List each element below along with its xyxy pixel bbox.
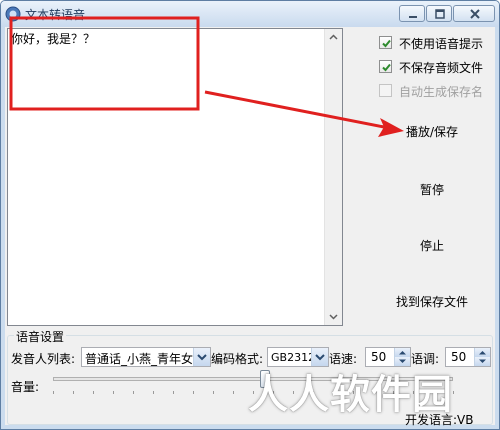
speaker-list-label: 发音人列表: — [11, 352, 76, 366]
pitch-decrement-button[interactable] — [474, 357, 490, 366]
volume-tick — [93, 391, 94, 394]
checkbox-box — [379, 84, 392, 97]
pitch-stepper-buttons — [474, 348, 490, 366]
volume-tick — [173, 391, 174, 394]
pitch-value: 50 — [451, 350, 467, 364]
close-icon — [470, 9, 480, 19]
vertical-scrollbar[interactable] — [324, 29, 342, 325]
find-saved-file-button[interactable]: 找到保存文件 — [371, 291, 493, 313]
scroll-down-arrow-icon[interactable] — [325, 308, 342, 325]
checkmark-icon — [382, 39, 391, 48]
play-save-button[interactable]: 播放/保存 — [371, 121, 493, 143]
scroll-up-arrow-icon[interactable] — [325, 29, 342, 46]
text-input-area[interactable]: 你好，我是？？ — [7, 28, 343, 326]
volume-tick — [53, 391, 54, 394]
minimize-icon — [409, 16, 417, 18]
volume-tick — [133, 391, 134, 394]
maximize-icon — [435, 9, 445, 19]
checkbox-label: 不使用语音提示 — [399, 37, 484, 51]
checkbox-box[interactable] — [379, 60, 392, 73]
arrow-up-icon — [399, 351, 406, 355]
volume-tick — [233, 391, 234, 394]
speaker-select[interactable]: 普通话_小燕_青年女 — [81, 347, 211, 367]
volume-tick — [213, 391, 214, 394]
volume-tick — [153, 391, 154, 394]
window-title: 文本转语音 — [25, 8, 86, 22]
minimize-button[interactable] — [399, 5, 425, 22]
close-button[interactable] — [453, 5, 495, 22]
group-title: 语音设置 — [14, 328, 67, 345]
chevron-down-icon — [315, 354, 325, 361]
volume-tick — [113, 391, 114, 394]
volume-tick — [453, 391, 454, 394]
chevron-down-icon — [197, 354, 207, 361]
volume-label: 音量: — [11, 380, 40, 394]
arrow-up-icon — [479, 351, 486, 355]
input-text: 你好，我是？？ — [11, 32, 96, 46]
pitch-increment-button[interactable] — [474, 348, 490, 357]
checkbox-label: 自动生成保存名 — [399, 85, 484, 99]
volume-tick — [193, 391, 194, 394]
checkmark-icon — [382, 63, 391, 72]
checkbox-box[interactable] — [379, 36, 392, 49]
watermark-text: 人人软件园 — [248, 372, 453, 418]
speaker-app-icon — [5, 6, 21, 22]
title-bar[interactable]: 文本转语音 — [1, 1, 499, 27]
speed-increment-button[interactable] — [394, 348, 410, 357]
speaker-dropdown-button[interactable] — [193, 348, 210, 366]
speaker-select-value: 普通话_小燕_青年女 — [85, 352, 194, 366]
pause-button[interactable]: 暂停 — [371, 179, 493, 201]
maximize-button[interactable] — [426, 5, 452, 22]
checkbox-label: 不保存音频文件 — [399, 61, 484, 75]
volume-tick — [73, 391, 74, 394]
arrow-down-icon — [479, 359, 486, 363]
stop-button[interactable]: 停止 — [371, 235, 493, 257]
